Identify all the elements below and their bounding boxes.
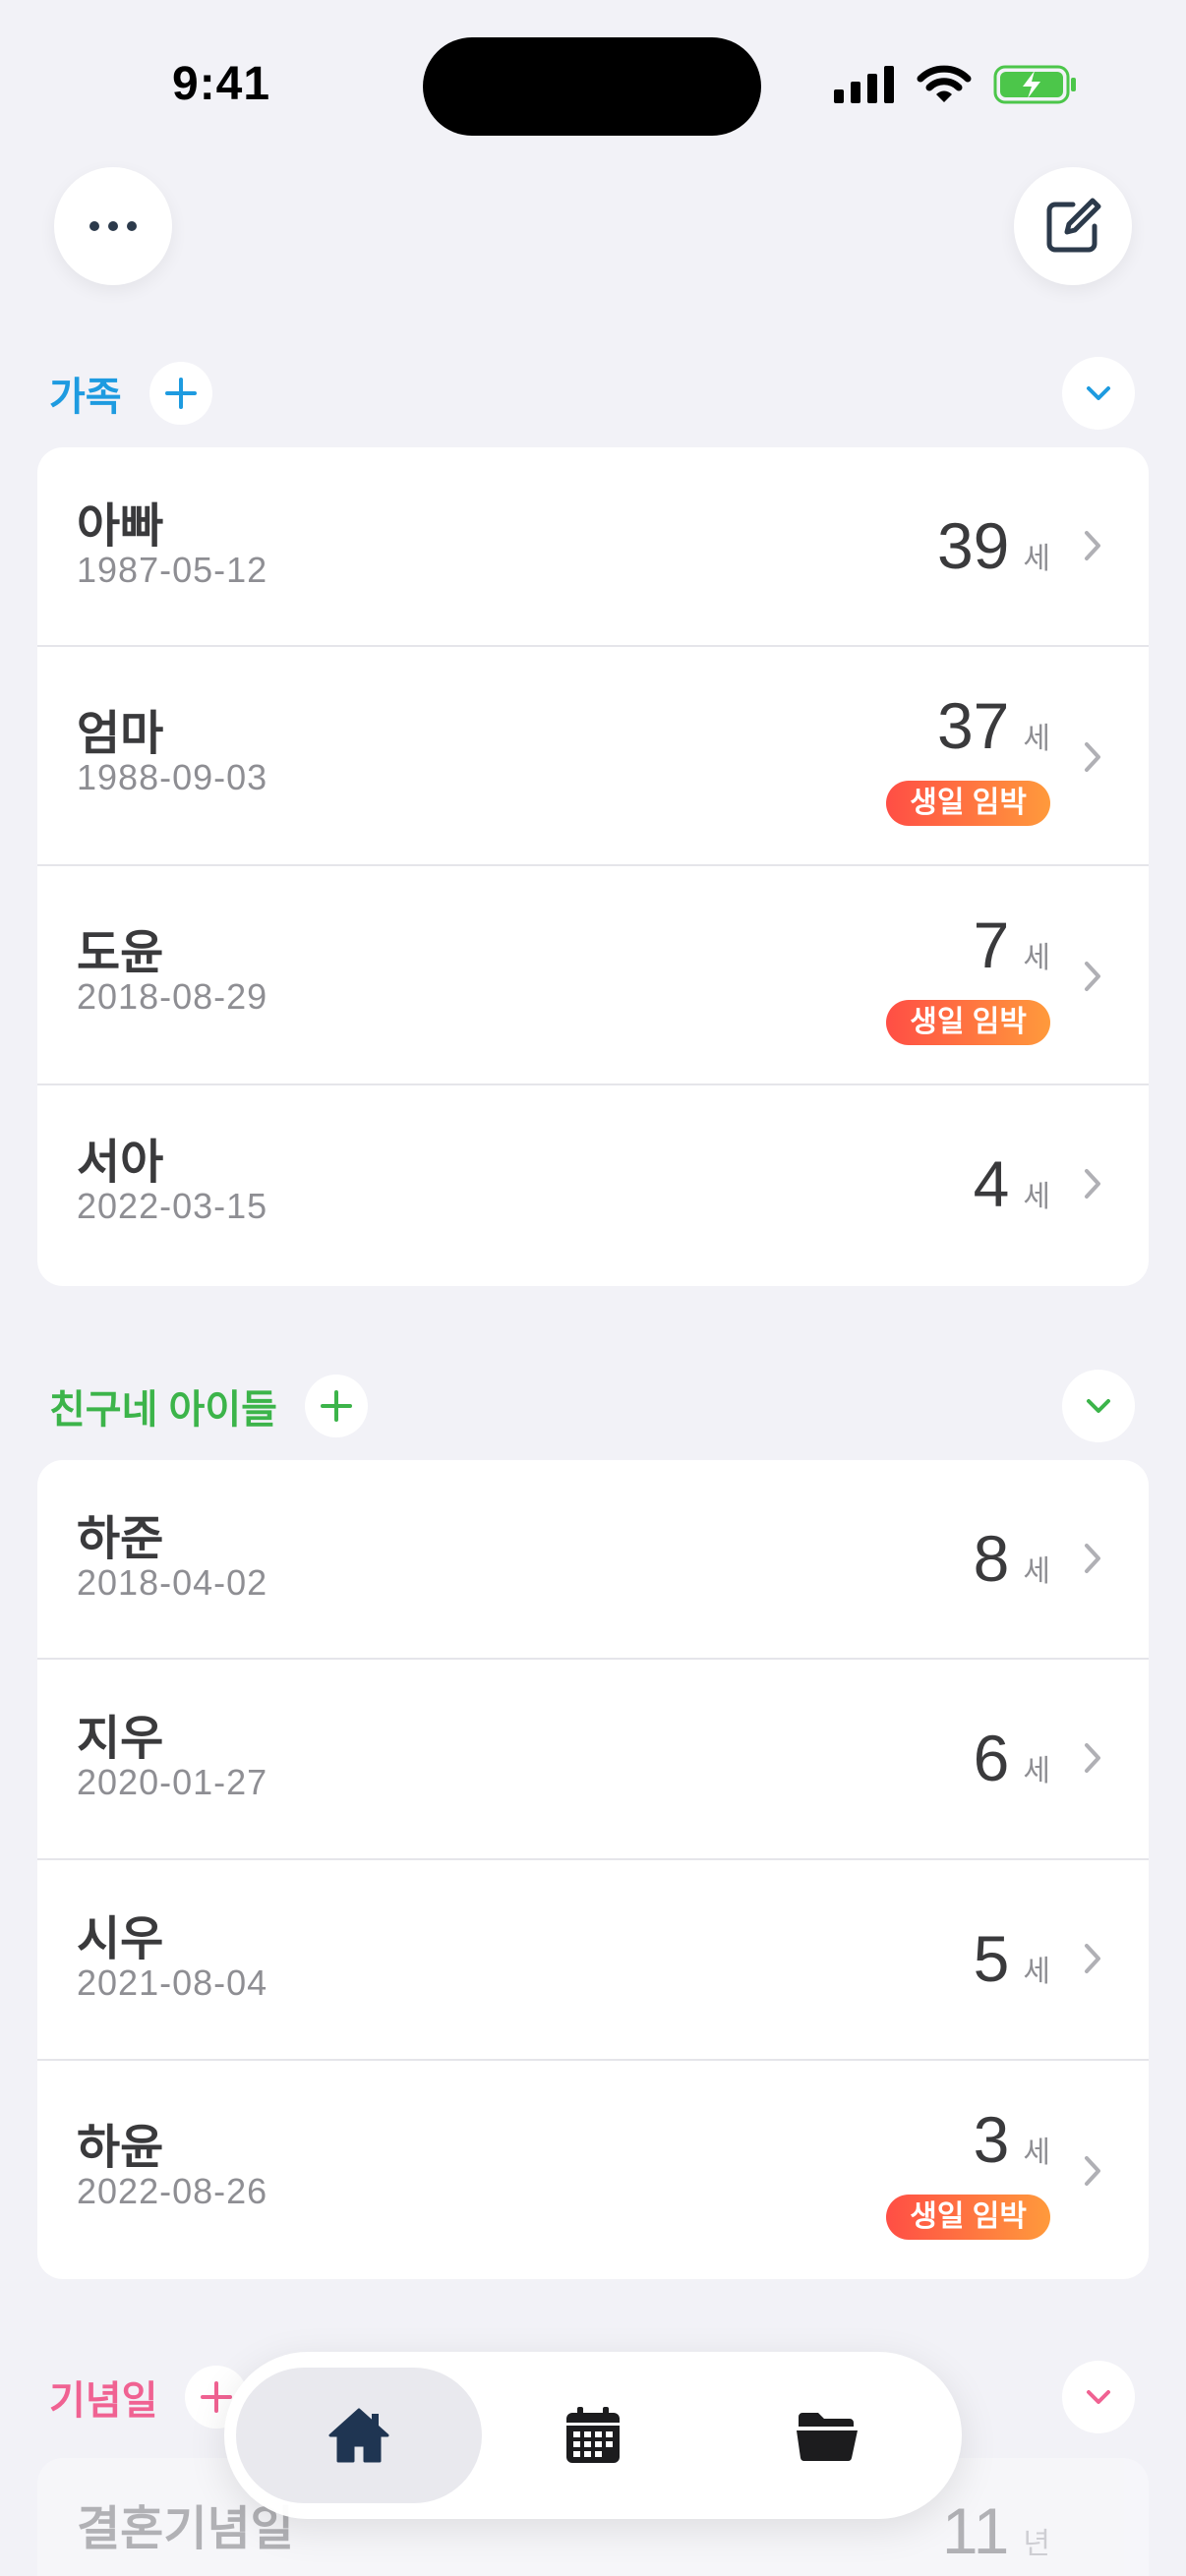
age-unit: 세	[1023, 1181, 1050, 1213]
age: 8 세	[974, 1521, 1050, 1596]
list-item[interactable]: 지우 2020-01-27 6 세	[37, 1660, 1149, 1860]
age-value: 6	[973, 1722, 1010, 1794]
chevron-right-icon	[1085, 962, 1100, 991]
ellipsis-icon	[89, 221, 137, 231]
birth-date: 2021-08-04	[77, 1962, 268, 2003]
add-friends-kids-button[interactable]	[304, 1375, 368, 1437]
list-item[interactable]: 서아 2022-03-15 4 세	[37, 1085, 1149, 1286]
years: 11 년	[942, 2493, 1050, 2568]
chevron-right-icon	[1085, 2156, 1100, 2186]
birth-date: 2020-01-27	[77, 1762, 268, 1802]
section-header-friends-kids: 친구네 아이들	[49, 1372, 368, 1440]
section-header-anniversaries: 기념일	[49, 2363, 249, 2431]
person-name: 시우	[77, 1913, 164, 1965]
dynamic-island	[423, 37, 761, 136]
status-time: 9:41	[172, 58, 271, 110]
age-unit: 세	[1023, 543, 1050, 575]
years-unit: 년	[1023, 2528, 1050, 2560]
tab-bar	[224, 2352, 962, 2519]
plus-icon	[320, 1390, 352, 1422]
section-title: 가족	[49, 376, 122, 419]
cellular-signal-icon	[834, 66, 894, 103]
house-icon	[328, 2408, 389, 2463]
age-unit: 세	[1023, 1755, 1050, 1787]
age-value: 4	[973, 1147, 1010, 1220]
calendar-icon	[566, 2407, 620, 2463]
family-card: 아빠 1987-05-12 39 세 엄마 1988-09-03 37 세 생일…	[37, 447, 1149, 1286]
age-unit: 세	[1023, 2137, 1050, 2169]
status-bar: 9:41	[0, 0, 1186, 147]
age: 4 세	[974, 1146, 1050, 1221]
years-value: 11	[941, 2494, 1010, 2567]
age-value: 37	[936, 689, 1010, 762]
section-title: 기념일	[49, 2379, 158, 2423]
status-icons	[834, 65, 1078, 104]
section-title: 친구네 아이들	[49, 1388, 277, 1432]
list-item[interactable]: 시우 2021-08-04 5 세	[37, 1860, 1149, 2061]
chevron-right-icon	[1085, 742, 1100, 772]
chevron-down-icon	[1087, 386, 1110, 400]
age: 7 세	[974, 907, 1050, 982]
birth-date: 2018-04-02	[77, 1562, 268, 1603]
age: 6 세	[974, 1721, 1050, 1795]
person-name: 하윤	[77, 2122, 164, 2174]
age-unit: 세	[1023, 1555, 1050, 1588]
tab-folder[interactable]	[704, 2368, 950, 2503]
person-name: 하준	[77, 1513, 164, 1565]
list-item[interactable]: 하윤 2022-08-26 3 세 생일 임박	[37, 2061, 1149, 2279]
list-item[interactable]: 하준 2018-04-02 8 세	[37, 1460, 1149, 1660]
person-name: 엄마	[77, 708, 164, 760]
chevron-right-icon	[1085, 531, 1100, 560]
compose-icon	[1046, 198, 1101, 253]
friends-kids-card: 하준 2018-04-02 8 세 지우 2020-01-27 6 세 시우 2…	[37, 1460, 1149, 2279]
list-item[interactable]: 도윤 2018-08-29 7 세 생일 임박	[37, 866, 1149, 1085]
chevron-right-icon	[1085, 1544, 1100, 1573]
birth-date: 2022-03-15	[77, 1186, 268, 1226]
birth-date: 2018-08-29	[77, 976, 268, 1017]
age-value: 39	[936, 509, 1010, 582]
more-button[interactable]	[54, 167, 172, 285]
collapse-friends-kids-button[interactable]	[1062, 1370, 1135, 1442]
age-unit: 세	[1023, 942, 1050, 974]
add-family-button[interactable]	[148, 362, 212, 425]
age-value: 7	[973, 908, 1010, 981]
birthday-soon-badge: 생일 임박	[886, 781, 1050, 826]
compose-button[interactable]	[1014, 167, 1132, 285]
battery-charging-icon	[993, 65, 1076, 104]
person-name: 서아	[77, 1137, 164, 1189]
list-item[interactable]: 아빠 1987-05-12 39 세	[37, 447, 1149, 647]
chevron-right-icon	[1085, 1169, 1100, 1199]
age-value: 5	[973, 1922, 1010, 1995]
age-unit: 세	[1023, 723, 1050, 755]
tab-calendar[interactable]	[470, 2368, 716, 2503]
chevron-right-icon	[1085, 1743, 1100, 1773]
wifi-icon	[917, 65, 972, 102]
age-unit: 세	[1023, 1956, 1050, 1988]
person-name: 지우	[77, 1713, 164, 1765]
birth-date: 1988-09-03	[77, 757, 268, 797]
birth-date: 1987-05-12	[77, 550, 268, 590]
chevron-right-icon	[1085, 1944, 1100, 1973]
collapse-family-button[interactable]	[1062, 357, 1135, 430]
section-header-family: 가족	[49, 359, 212, 428]
chevron-down-icon	[1087, 2390, 1110, 2404]
plus-icon	[164, 378, 197, 409]
chevron-down-icon	[1087, 1399, 1110, 1413]
age: 39 세	[937, 508, 1050, 583]
person-name: 도윤	[77, 927, 164, 979]
list-item[interactable]: 엄마 1988-09-03 37 세 생일 임박	[37, 647, 1149, 866]
age: 5 세	[974, 1921, 1050, 1996]
tab-home[interactable]	[236, 2368, 482, 2503]
age-value: 3	[973, 2103, 1010, 2176]
folder-icon	[797, 2413, 858, 2462]
collapse-anniversaries-button[interactable]	[1062, 2361, 1135, 2433]
birth-date: 2022-08-26	[77, 2171, 268, 2211]
birthday-soon-badge: 생일 임박	[886, 2195, 1050, 2240]
age: 3 세	[974, 2102, 1050, 2177]
age-value: 8	[973, 1522, 1010, 1595]
person-name: 아빠	[77, 500, 164, 553]
age: 37 세	[937, 688, 1050, 763]
birthday-soon-badge: 생일 임박	[886, 1000, 1050, 1045]
